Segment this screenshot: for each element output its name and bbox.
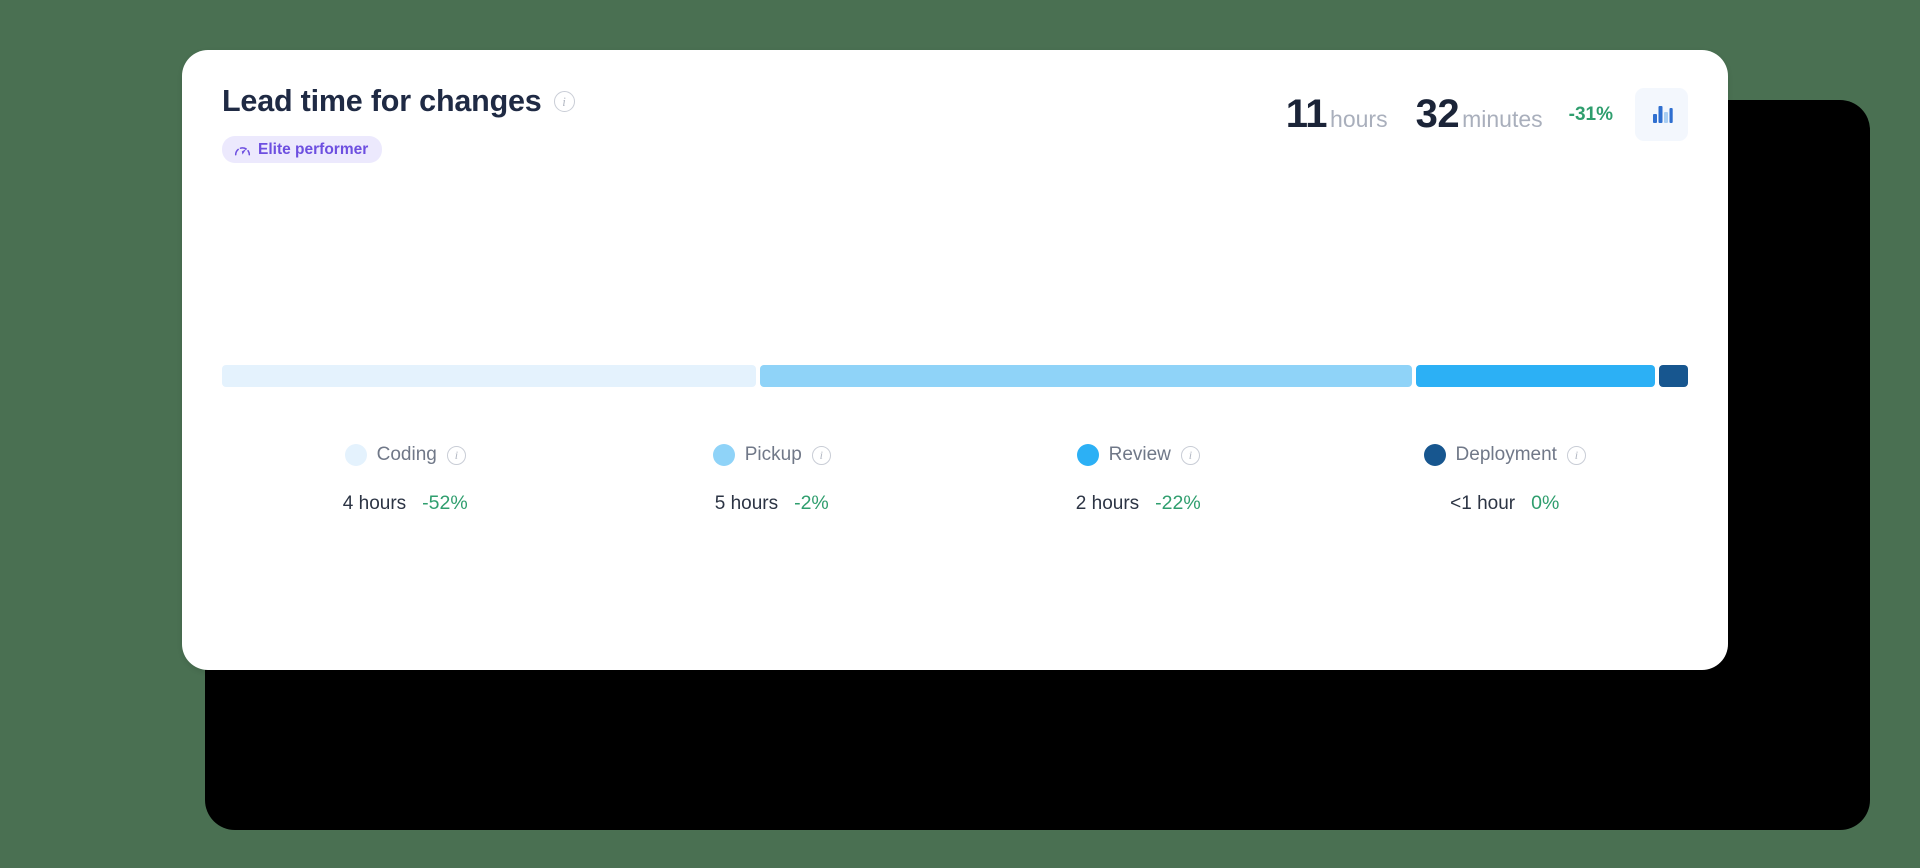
card-header: Lead time for changes i Elite performer … [222,84,1688,163]
legend-color-dot [712,444,735,466]
legend-item-label: Review [1108,444,1171,465]
legend-values-deployment: <1 hour 0% [1450,492,1559,515]
minutes-unit: minutes [1462,106,1543,132]
legend-item-delta: -22% [1155,492,1201,514]
legend-info-icon[interactable]: i [1566,445,1586,465]
legend-values-pickup: 5 hours -2% [715,492,829,515]
legend-color-dot [1076,444,1099,466]
bar-segment-pickup[interactable] [759,365,1413,387]
bar-segment-review[interactable] [1416,365,1655,387]
legend-values-review: 2 hours -22% [1076,492,1201,515]
hours-metric: 11 hours [1286,94,1388,134]
legend-item-label: Deployment [1455,444,1557,465]
legend-item-delta: -2% [794,492,829,514]
legend-header-review: Review i [1076,442,1200,468]
page-title: Lead time for changes [222,84,542,118]
hours-value: 11 [1285,92,1328,136]
legend-color-dot [1423,444,1446,466]
minutes-metric: 32 minutes [1416,94,1543,134]
bar-segment-deployment[interactable] [1658,365,1688,387]
legend-item-review: Review i 2 hours -22% [955,442,1322,515]
legend-item-label: Coding [376,444,437,465]
legend-values-coding: 4 hours -52% [343,492,468,515]
chart-legend: Coding i 4 hours -52% Pickup i 5 hours -… [222,442,1688,515]
legend-item-label: Pickup [744,444,802,465]
legend-info-icon[interactable]: i [446,445,466,465]
legend-item-value: 4 hours [342,493,407,514]
total-delta: -31% [1568,103,1613,125]
title-info-icon[interactable]: i [553,90,575,112]
legend-item-value: 5 hours [714,493,779,514]
chart-view-button[interactable] [1635,87,1688,141]
legend-item-value: 2 hours [1075,493,1140,514]
stacked-bar-chart [222,365,1688,387]
lead-time-metric-card: Lead time for changes i Elite performer … [182,50,1728,670]
title-row: Lead time for changes i [222,86,575,117]
minutes-value: 32 [1415,92,1460,136]
legend-item-deployment: Deployment i <1 hour 0% [1322,442,1689,515]
legend-header-deployment: Deployment i [1423,442,1586,468]
legend-info-icon[interactable]: i [1180,445,1200,465]
legend-header-pickup: Pickup i [712,442,831,468]
bar-segment-coding[interactable] [222,365,756,387]
legend-item-delta: -52% [422,492,468,514]
bar-chart-icon [1652,106,1673,123]
summary-metrics: 11 hours 32 minutes -31% [1286,84,1688,144]
gauge-icon [234,146,251,155]
status-badge-label: Elite performer [258,140,369,158]
legend-item-value: <1 hour [1450,493,1516,514]
legend-color-dot [344,444,367,466]
legend-item-pickup: Pickup i 5 hours -2% [589,442,956,515]
legend-item-delta: 0% [1531,492,1560,514]
legend-item-coding: Coding i 4 hours -52% [222,442,589,515]
legend-info-icon[interactable]: i [811,445,831,465]
status-badge: Elite performer [222,136,383,163]
legend-header-coding: Coding i [344,442,466,468]
hours-unit: hours [1330,106,1388,132]
